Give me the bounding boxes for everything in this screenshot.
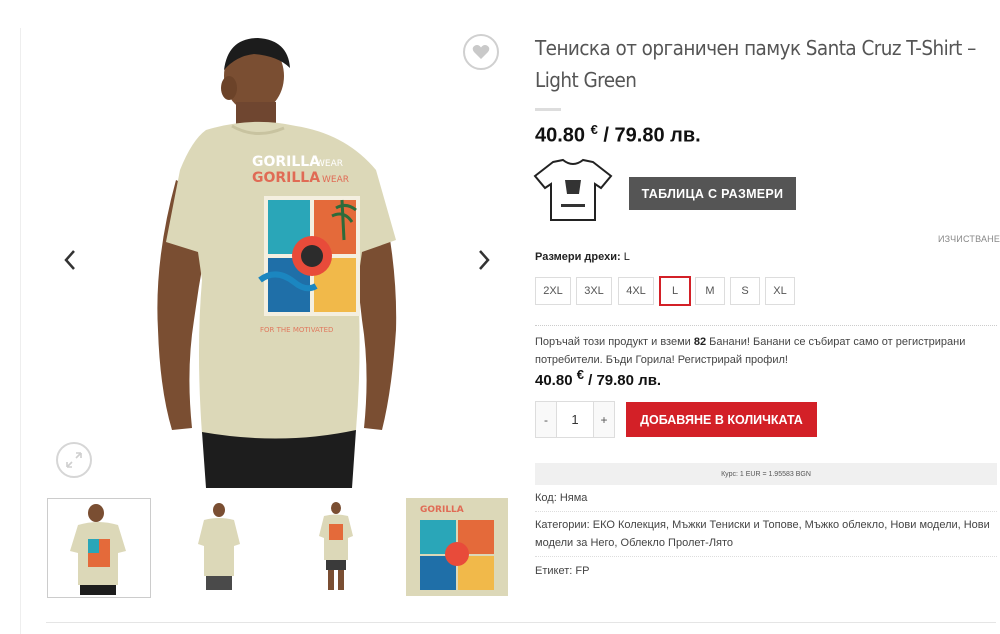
categories-label: Категории: — [535, 519, 590, 531]
size-chart-button[interactable]: ТАБЛИЦА С РАЗМЕРИ — [629, 177, 796, 210]
gallery-prev-button[interactable] — [58, 242, 82, 278]
print-text-wear-red: WEAR — [322, 175, 349, 185]
tag-label: Етикет: — [535, 565, 573, 577]
product-price-secondary: 40.80 € / 79.80 лв. — [535, 367, 661, 389]
title-divider — [535, 108, 561, 111]
meta-divider-1 — [535, 511, 997, 512]
currency-symbol-secondary: € — [576, 367, 584, 382]
currency-symbol: € — [590, 122, 598, 137]
price-bgn-secondary: / 79.80 лв. — [583, 372, 662, 389]
categories-links[interactable]: ЕКО Колекция, Мъжки Тениски и Топове, Мъ… — [535, 519, 990, 549]
sku-value: Няма — [559, 492, 588, 504]
size-option-l[interactable]: L — [659, 276, 691, 306]
size-selected-value: L — [623, 251, 630, 263]
bottom-divider — [46, 622, 996, 623]
categories-row: Категории: ЕКО Колекция, Мъжки Тениски и… — [535, 516, 997, 552]
exchange-rate-bar: Курс: 1 EUR = 1.95583 BGN — [535, 463, 997, 485]
size-option-2xl[interactable]: 2XL — [535, 277, 571, 305]
product-title: Тениска от органичен памук Santa Cruz T-… — [535, 36, 976, 92]
chevron-right-icon — [479, 250, 490, 270]
product-gallery: GORILLA WEAR GORILLA WEAR FOR THE MOTIVA… — [46, 30, 508, 488]
promo-banana-count: 82 — [693, 336, 707, 348]
print-text-gorilla-red: GORILLA — [252, 170, 320, 186]
zoom-icon — [66, 452, 82, 468]
size-option-m[interactable]: M — [695, 277, 725, 305]
tshirt-size-icon — [533, 158, 613, 221]
sku-row: Код: Няма — [535, 489, 997, 507]
chevron-left-icon — [64, 250, 75, 270]
print-text-gorilla: GORILLA — [252, 154, 320, 170]
tag-link[interactable]: FP — [575, 565, 589, 577]
size-label-text: Размери дрехи: — [535, 251, 621, 263]
price-bgn: / 79.80 лв. — [597, 124, 701, 147]
size-option-4xl[interactable]: 4XL — [618, 277, 654, 305]
meta-divider-2 — [535, 556, 997, 557]
content-left-border — [20, 28, 21, 634]
print-text-motivated: FOR THE MOTIVATED — [260, 326, 333, 334]
tag-row: Етикет: FP — [535, 562, 997, 580]
add-to-cart-button[interactable]: ДОБАВЯНЕ В КОЛИЧКАТА — [626, 402, 817, 437]
thumbnail-3[interactable] — [286, 498, 388, 596]
price-eur: 40.80 — [535, 124, 586, 147]
price-eur-secondary: 40.80 — [535, 372, 573, 389]
product-price: 40.80 € / 79.80 лв. — [535, 122, 701, 148]
quantity-input[interactable] — [557, 402, 593, 437]
gallery-next-button[interactable] — [472, 242, 496, 278]
main-product-photo[interactable]: GORILLA WEAR GORILLA WEAR FOR THE MOTIVA… — [46, 30, 508, 488]
thumbnail-strip: GORILLA — [46, 498, 508, 598]
quantity-increase-button[interactable]: + — [593, 402, 614, 437]
thumbnail-4[interactable]: GORILLA — [406, 498, 508, 596]
quantity-decrease-button[interactable]: - — [536, 402, 557, 437]
thumbnail-2[interactable] — [166, 498, 268, 596]
zoom-button[interactable] — [56, 442, 92, 478]
promo-divider — [535, 325, 997, 326]
size-option-s[interactable]: S — [730, 277, 760, 305]
print-text-wear: WEAR — [316, 159, 343, 169]
size-option-3xl[interactable]: 3XL — [576, 277, 612, 305]
promo-text-start: Поръчай този продукт и вземи — [535, 336, 694, 348]
quantity-stepper: - + — [535, 401, 615, 438]
heart-icon — [472, 45, 490, 59]
size-selection-label: Размери дрехи: L — [535, 251, 630, 263]
sku-label: Код: — [535, 492, 557, 504]
clear-selection-link[interactable]: ИЗЧИСТВАНЕ — [938, 234, 1000, 244]
size-option-xl[interactable]: XL — [765, 277, 795, 305]
thumbnail-1[interactable] — [47, 498, 151, 598]
thumb-print-text: GORILLA — [420, 505, 464, 515]
wishlist-button[interactable] — [463, 34, 499, 70]
bananas-promo: Поръчай този продукт и вземи 82 Банани! … — [535, 333, 997, 369]
